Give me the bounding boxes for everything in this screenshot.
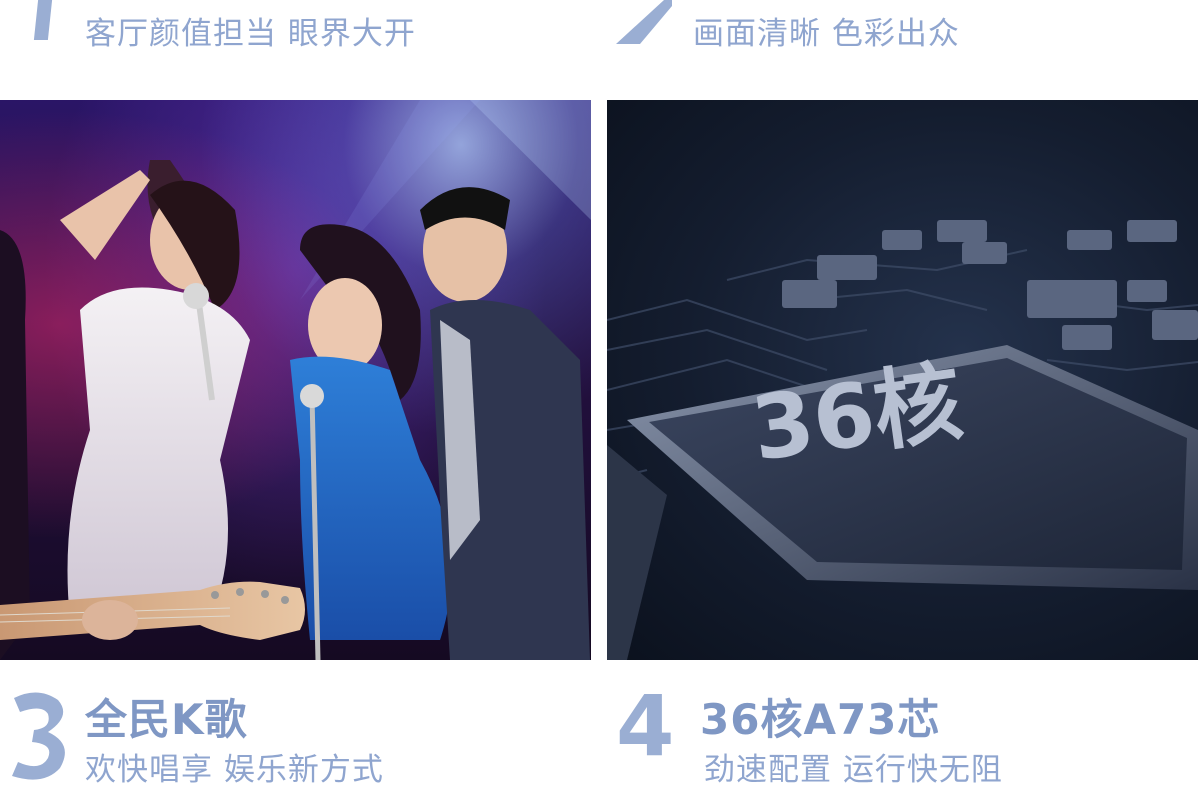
- numeral-1: [33, 0, 53, 40]
- feature-2-subtitle: 画面清晰 色彩出众: [693, 16, 960, 52]
- chip-photo: 36核: [607, 100, 1198, 660]
- feature-4-subtitle: 劲速配置 运行快无阻: [704, 752, 1003, 788]
- karaoke-photo: [0, 100, 591, 660]
- numeral-2: [616, 0, 672, 44]
- numeral-4: 4: [616, 677, 675, 775]
- feature-3-subtitle: 欢快唱享 娱乐新方式: [85, 752, 384, 788]
- numeral-3: [12, 692, 65, 780]
- feature-3-title: 全民K歌: [85, 695, 248, 744]
- feature-4-title: 36核A73芯: [700, 695, 941, 744]
- feature-1-subtitle: 客厅颜值担当 眼界大开: [85, 16, 416, 52]
